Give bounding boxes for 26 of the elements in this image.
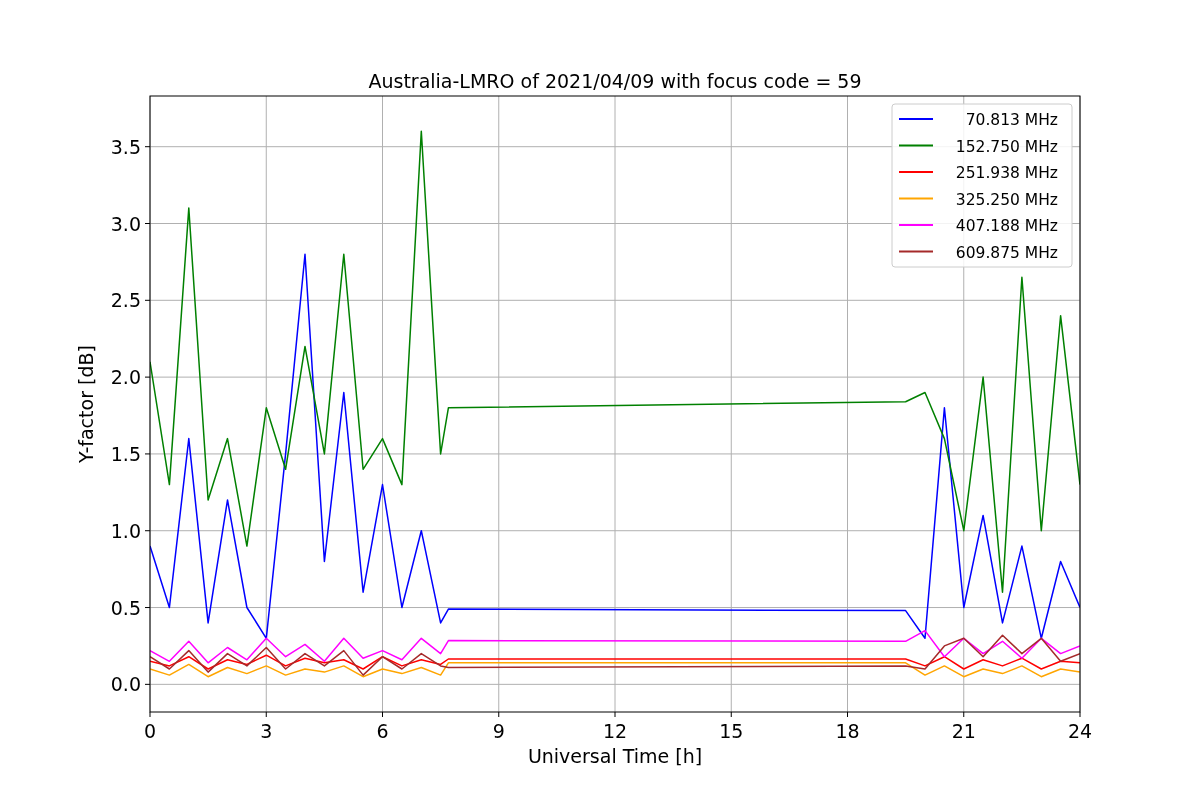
y-tick-label: 2.0 <box>110 366 141 389</box>
x-tick-label: 12 <box>602 720 628 742</box>
y-tick-label: 2.5 <box>110 289 141 312</box>
y-tick-label: 3.0 <box>110 212 141 235</box>
legend-label: 70.813 MHz <box>965 111 1058 129</box>
x-tick-label: 0 <box>143 720 157 742</box>
y-axis-label: Y-factor [dB] <box>75 345 97 463</box>
x-axis-label: Universal Time [h] <box>527 745 703 767</box>
legend-label: 152.750 MHz <box>955 137 1058 156</box>
x-tick-label: 15 <box>719 720 744 742</box>
y-tick-label: 1.5 <box>110 442 141 465</box>
y-tick-label: 3.5 <box>110 135 141 158</box>
x-tick-label: 6 <box>376 720 389 742</box>
x-tick-label: 18 <box>835 720 860 742</box>
legend-label: 609.875 MHz <box>955 243 1058 262</box>
x-tick-label: 9 <box>492 720 505 742</box>
x-tick-label: 24 <box>1067 720 1093 742</box>
chart-title: Australia-LMRO of 2021/04/09 with focus code = 59 <box>368 70 862 92</box>
y-tick-label: 1.0 <box>110 519 141 542</box>
legend-label: 407.188 MHz <box>955 217 1058 235</box>
x-tick-label: 3 <box>260 720 273 742</box>
y-tick-label: 0.0 <box>110 673 141 696</box>
y-tick-label: 0.5 <box>110 596 141 619</box>
x-tick-label: 21 <box>951 720 976 742</box>
legend-label: 251.938 MHz <box>955 164 1058 182</box>
legend-label: 325.250 MHz <box>955 190 1058 209</box>
